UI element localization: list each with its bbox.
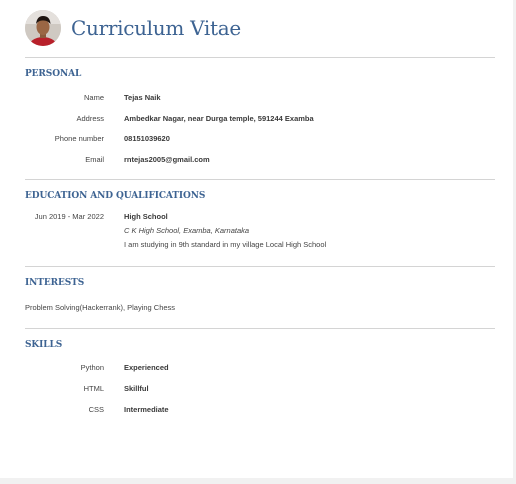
section-title-interests: INTERESTS xyxy=(25,278,85,288)
education-dates: Jun 2019 - Mar 2022 xyxy=(34,212,104,221)
education-degree: High School xyxy=(124,212,168,221)
user-photo-icon xyxy=(25,10,61,46)
skill-level: Experienced xyxy=(124,363,169,372)
page-title: Curriculum Vitae xyxy=(71,16,241,40)
cv-page: Curriculum Vitae PERSONAL Name Tejas Nai… xyxy=(0,0,513,478)
field-value: Ambedkar Nagar, near Durga temple, 59124… xyxy=(124,114,314,123)
skill-name: HTML xyxy=(83,384,104,393)
field-label: Email xyxy=(85,155,104,164)
avatar xyxy=(25,10,61,46)
field-value: 08151039620 xyxy=(124,134,170,143)
divider xyxy=(25,179,495,180)
skill-name: CSS xyxy=(88,405,104,414)
section-title-personal: PERSONAL xyxy=(25,69,82,79)
field-value: Tejas Naik xyxy=(124,93,161,102)
personal-row-phone: Phone number 08151039620 xyxy=(0,132,513,146)
personal-row-address: Address Ambedkar Nagar, near Durga templ… xyxy=(0,112,513,126)
education-institution: C K High School, Examba, Karnataka xyxy=(124,226,250,235)
personal-row-name: Name Tejas Naik xyxy=(0,91,513,105)
field-value: rntejas2005@gmail.com xyxy=(124,155,210,164)
section-title-education: EDUCATION AND QUALIFICATIONS xyxy=(25,191,206,201)
skill-row-python: Python Experienced xyxy=(0,361,513,375)
divider xyxy=(25,328,495,329)
interests-text: Problem Solving(Hackerrank), Playing Che… xyxy=(25,303,176,312)
skill-level: Intermediate xyxy=(124,405,169,414)
field-label: Name xyxy=(83,93,104,102)
field-label: Address xyxy=(76,114,104,123)
divider xyxy=(25,57,495,58)
skill-name: Python xyxy=(80,363,104,372)
section-title-skills: SKILLS xyxy=(25,340,63,350)
skill-row-html: HTML Skillful xyxy=(0,382,513,396)
skill-level: Skillful xyxy=(124,384,149,393)
skill-row-css: CSS Intermediate xyxy=(0,403,513,417)
education-description: I am studying in 9th standard in my vill… xyxy=(124,240,327,249)
cv-header: Curriculum Vitae xyxy=(25,10,241,46)
personal-row-email: Email rntejas2005@gmail.com xyxy=(0,153,513,167)
divider xyxy=(25,266,495,267)
field-label: Phone number xyxy=(54,134,104,143)
